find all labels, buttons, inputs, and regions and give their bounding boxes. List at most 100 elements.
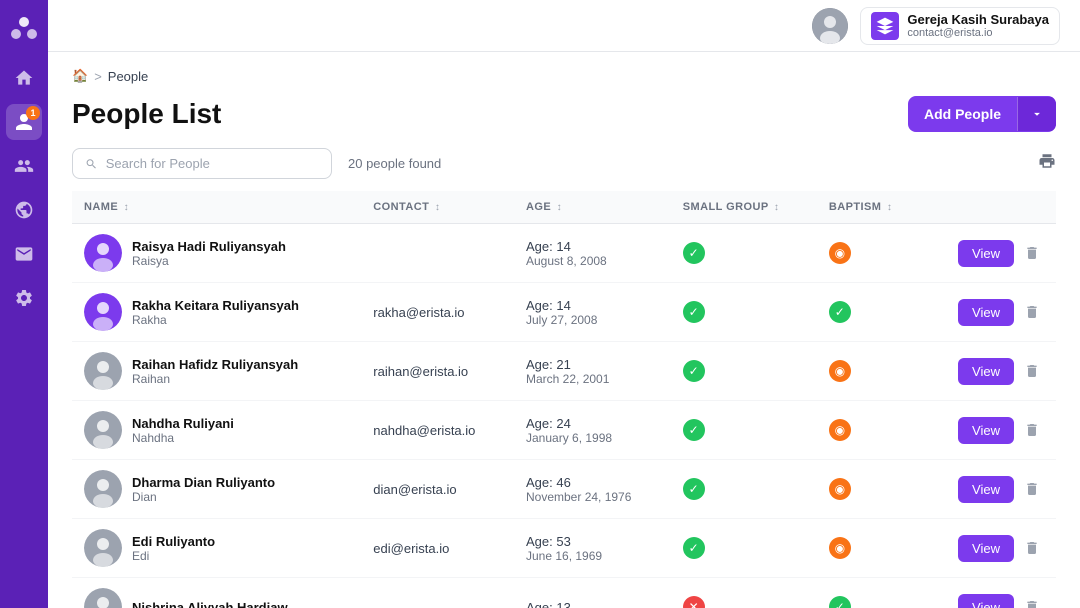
delete-button[interactable]	[1020, 241, 1044, 265]
person-cell: Nishrina Aliyyah Hardiaw...	[84, 588, 349, 608]
print-icon[interactable]	[1038, 152, 1056, 175]
app-logo[interactable]	[8, 12, 40, 44]
person-contact: nahdha@erista.io	[373, 423, 475, 438]
org-selector[interactable]: Gereja Kasih Surabaya contact@erista.io	[860, 7, 1060, 45]
baptism-status: ✓	[817, 578, 923, 608]
add-people-dropdown-arrow[interactable]	[1017, 97, 1056, 131]
table-row: Nahdha Ruliyani Nahdha nahdha@erista.io …	[72, 401, 1056, 460]
sidebar: 1	[0, 0, 48, 608]
page-header: People List Add People	[72, 96, 1056, 132]
page-content: 🏠 > People People List Add People 20 peo…	[48, 52, 1080, 608]
sidebar-item-home[interactable]	[6, 60, 42, 96]
sidebar-item-groups[interactable]	[6, 148, 42, 184]
people-count: 20 people found	[348, 156, 441, 171]
person-contact: raihan@erista.io	[373, 364, 468, 379]
page-title: People List	[72, 98, 221, 130]
person-age: Age: 53	[526, 534, 659, 549]
person-avatar	[84, 234, 122, 272]
action-cell: View	[935, 594, 1044, 608]
action-cell: View	[935, 476, 1044, 503]
notification-badge: 1	[26, 106, 40, 120]
sidebar-item-people[interactable]: 1	[6, 104, 42, 140]
person-dob: July 27, 2008	[526, 313, 659, 327]
view-button[interactable]: View	[958, 240, 1014, 267]
delete-button[interactable]	[1020, 536, 1044, 560]
action-cell: View	[935, 358, 1044, 385]
person-avatar	[84, 352, 122, 390]
view-button[interactable]: View	[958, 594, 1014, 608]
person-age: Age: 13	[526, 600, 659, 608]
action-cell: View	[935, 299, 1044, 326]
delete-button[interactable]	[1020, 418, 1044, 442]
delete-button[interactable]	[1020, 595, 1044, 608]
small-group-status: ✓	[671, 519, 817, 578]
person-name: Nishrina Aliyyah Hardiaw...	[132, 600, 298, 608]
view-button[interactable]: View	[958, 358, 1014, 385]
breadcrumb-separator: >	[94, 69, 102, 84]
person-age: Age: 21	[526, 357, 659, 372]
person-cell: Edi Ruliyanto Edi	[84, 529, 349, 567]
col-name[interactable]: NAME ↕	[72, 191, 361, 224]
action-cell: View	[935, 417, 1044, 444]
user-avatar[interactable]	[812, 8, 848, 44]
baptism-status: ◉	[817, 519, 923, 578]
delete-button[interactable]	[1020, 300, 1044, 324]
table-row: Raihan Hafidz Ruliyansyah Raihan raihan@…	[72, 342, 1056, 401]
table-row: Edi Ruliyanto Edi edi@erista.io Age: 53 …	[72, 519, 1056, 578]
search-box[interactable]	[72, 148, 332, 179]
breadcrumb: 🏠 > People	[72, 68, 1056, 84]
person-name: Rakha Keitara Ruliyansyah	[132, 298, 299, 313]
baptism-status: ◉	[817, 342, 923, 401]
person-nickname: Edi	[132, 549, 215, 563]
small-group-status: ✓	[671, 283, 817, 342]
view-button[interactable]: View	[958, 535, 1014, 562]
person-age: Age: 46	[526, 475, 659, 490]
person-contact: rakha@erista.io	[373, 305, 464, 320]
small-group-status: ✓	[671, 401, 817, 460]
person-avatar	[84, 470, 122, 508]
topbar: Gereja Kasih Surabaya contact@erista.io	[48, 0, 1080, 52]
col-small-group[interactable]: SMALL GROUP ↕	[671, 191, 817, 224]
person-name: Dharma Dian Ruliyanto	[132, 475, 275, 490]
person-nickname: Rakha	[132, 313, 299, 327]
col-contact[interactable]: CONTACT ↕	[361, 191, 514, 224]
add-people-button[interactable]: Add People	[908, 96, 1056, 132]
table-row: Rakha Keitara Ruliyansyah Rakha rakha@er…	[72, 283, 1056, 342]
col-actions	[923, 191, 1056, 224]
person-nickname: Nahdha	[132, 431, 234, 445]
person-cell: Raihan Hafidz Ruliyansyah Raihan	[84, 352, 349, 390]
table-header: NAME ↕ CONTACT ↕ AGE ↕ SMALL GROUP ↕ BAP…	[72, 191, 1056, 224]
person-avatar	[84, 588, 122, 608]
person-cell: Dharma Dian Ruliyanto Dian	[84, 470, 349, 508]
breadcrumb-home-icon[interactable]: 🏠	[72, 68, 88, 84]
sidebar-item-community[interactable]	[6, 192, 42, 228]
person-avatar	[84, 411, 122, 449]
person-dob: August 8, 2008	[526, 254, 659, 268]
col-age[interactable]: AGE ↕	[514, 191, 671, 224]
baptism-status: ◉	[817, 460, 923, 519]
table-row: Dharma Dian Ruliyanto Dian dian@erista.i…	[72, 460, 1056, 519]
search-input[interactable]	[106, 156, 319, 171]
person-nickname: Raihan	[132, 372, 298, 386]
sidebar-item-mail[interactable]	[6, 236, 42, 272]
search-icon	[85, 157, 98, 171]
person-dob: March 22, 2001	[526, 372, 659, 386]
delete-button[interactable]	[1020, 359, 1044, 383]
view-button[interactable]: View	[958, 476, 1014, 503]
person-age: Age: 14	[526, 298, 659, 313]
add-people-button-label: Add People	[908, 96, 1017, 132]
delete-button[interactable]	[1020, 477, 1044, 501]
view-button[interactable]: View	[958, 417, 1014, 444]
sidebar-item-settings[interactable]	[6, 280, 42, 316]
person-name: Raisya Hadi Ruliyansyah	[132, 239, 286, 254]
view-button[interactable]: View	[958, 299, 1014, 326]
col-baptism[interactable]: BAPTISM ↕	[817, 191, 923, 224]
small-group-status: ✕	[671, 578, 817, 608]
org-logo	[871, 12, 899, 40]
person-nickname: Dian	[132, 490, 275, 504]
person-name: Nahdha Ruliyani	[132, 416, 234, 431]
table-row: Raisya Hadi Ruliyansyah Raisya Age: 14 A…	[72, 224, 1056, 283]
person-dob: June 16, 1969	[526, 549, 659, 563]
person-age: Age: 24	[526, 416, 659, 431]
person-cell: Raisya Hadi Ruliyansyah Raisya	[84, 234, 349, 272]
